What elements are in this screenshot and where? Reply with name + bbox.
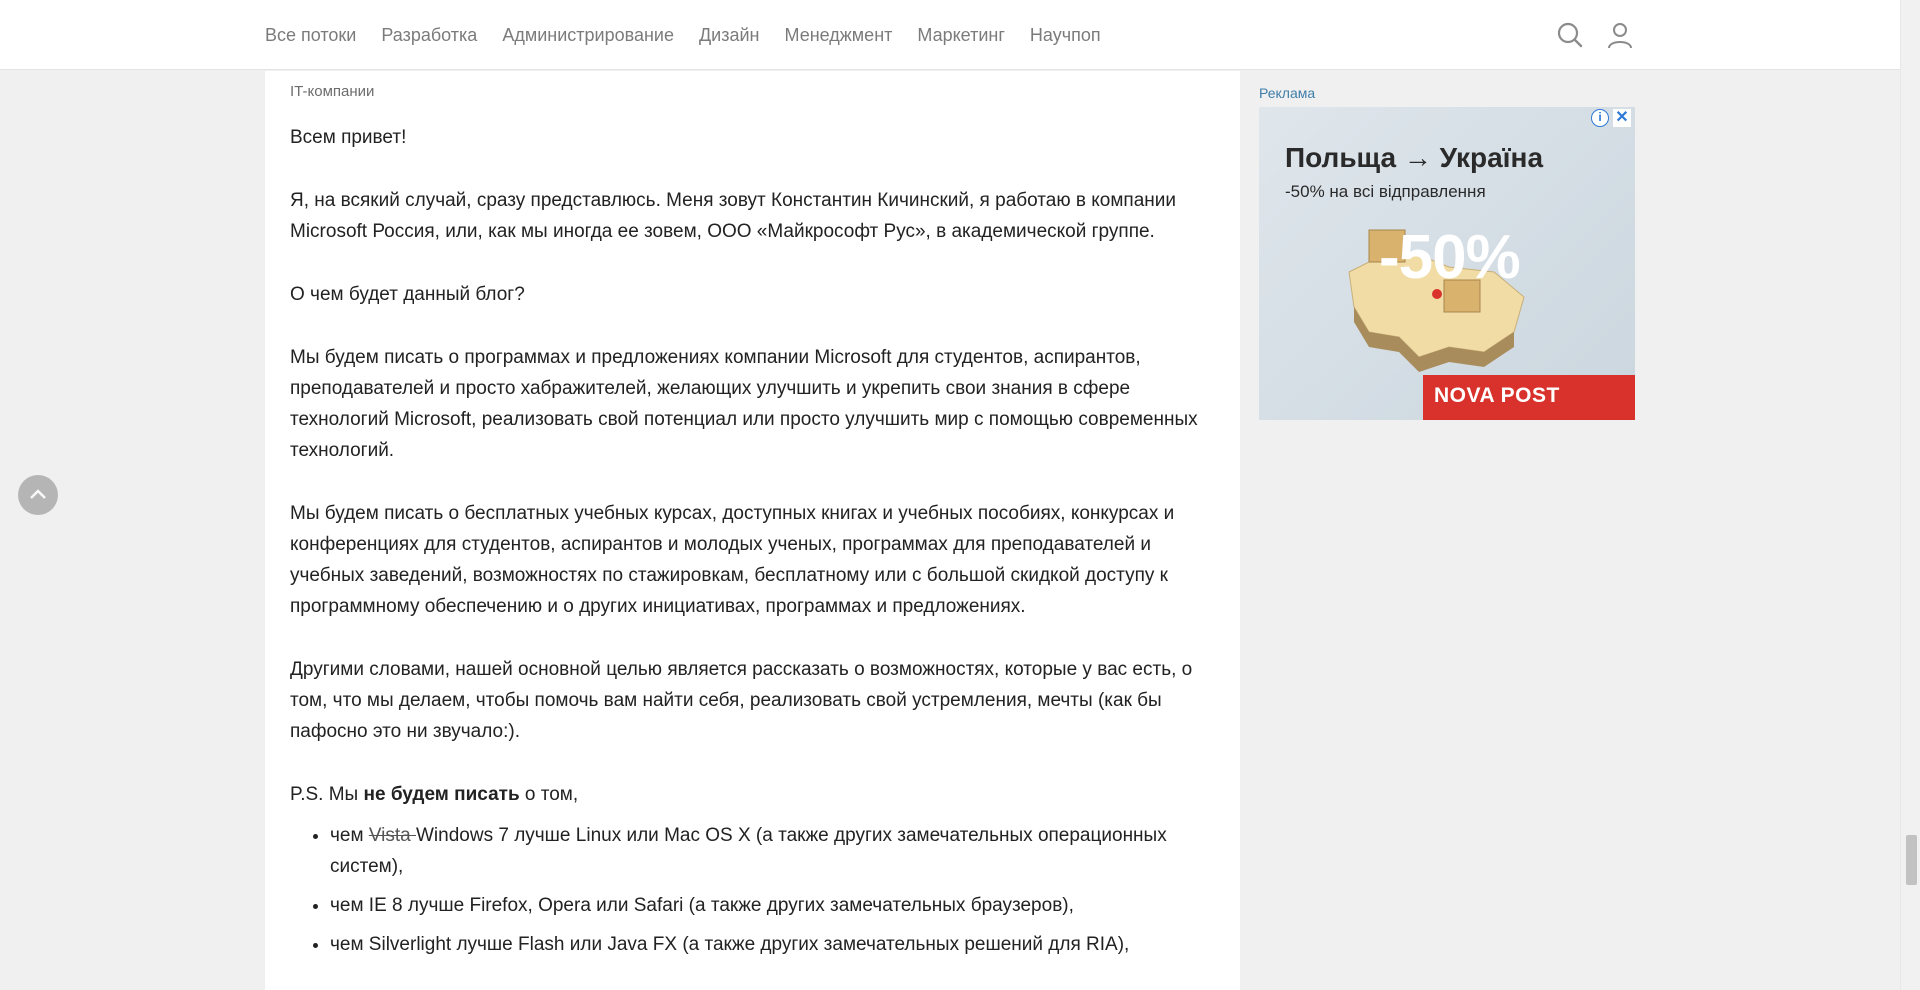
scrollbar-thumb[interactable] <box>1906 835 1917 885</box>
intro-paragraph: Я, на всякий случай, сразу представлюсь.… <box>290 190 1176 242</box>
greeting: Всем привет! <box>290 127 407 148</box>
list-item: чем Silverlight лучше Flash или Java FX … <box>330 929 1220 960</box>
ps-paragraph: P.S. Мы не будем писать о том, <box>290 779 1220 810</box>
chevron-up-icon <box>30 489 46 499</box>
info-icon[interactable]: i <box>1591 109 1609 127</box>
ad-subtitle: -50% на всі відправлення <box>1285 182 1486 201</box>
article-content: Всем привет! Я, на всякий случай, сразу … <box>290 122 1220 968</box>
not-writing-list: чем Vista Windows 7 лучше Linux или Mac … <box>330 820 1220 960</box>
article-hub-label[interactable]: IT-компании <box>290 83 374 100</box>
top-navigation: Все потоки Разработка Администрирование … <box>0 0 1900 70</box>
ad-title: Польща → Україна <box>1285 142 1544 173</box>
paragraph-programs: Мы будем писать о программах и предложен… <box>290 347 1198 461</box>
list-item: чем IE 8 лучше Firefox, Opera или Safari… <box>330 890 1220 921</box>
search-icon[interactable] <box>1555 20 1585 50</box>
paragraph-courses: Мы будем писать о бесплатных учебных кур… <box>290 503 1175 617</box>
ad-discount: -50% <box>1379 223 1521 292</box>
nav-item-administration[interactable]: Администрирование <box>502 25 674 46</box>
question-paragraph: О чем будет данный блог? <box>290 284 525 305</box>
paragraph-goal: Другими словами, нашей основной целью яв… <box>290 659 1193 742</box>
nav-item-all[interactable]: Все потоки <box>265 25 356 46</box>
ps-prefix: P.S. Мы <box>290 784 364 805</box>
ps-suffix: о том, <box>519 784 579 805</box>
list-item: чем Vista Windows 7 лучше Linux или Mac … <box>330 820 1220 882</box>
strikethrough-text: Vista <box>368 825 416 846</box>
ps-bold: не будем писать <box>363 784 520 805</box>
nav-links: Все потоки Разработка Администрирование … <box>265 0 1126 70</box>
list-item-prefix: чем <box>330 825 369 846</box>
nav-item-development[interactable]: Разработка <box>381 25 477 46</box>
close-icon[interactable]: ✕ <box>1613 109 1631 127</box>
ad-label: Реклама <box>1259 85 1316 101</box>
list-item-rest: Windows 7 лучше Linux или Mac OS X (а та… <box>330 825 1167 877</box>
user-icon[interactable] <box>1605 20 1635 50</box>
article-body: IT-компании Всем привет! Я, на всякий сл… <box>265 71 1240 990</box>
nav-item-management[interactable]: Менеджмент <box>785 25 893 46</box>
page-scrollbar[interactable] <box>1900 0 1920 990</box>
ad-brand-logo: NOVA POST <box>1423 375 1635 420</box>
nav-item-marketing[interactable]: Маркетинг <box>917 25 1005 46</box>
nav-item-popsci[interactable]: Научпоп <box>1030 25 1101 46</box>
ad-banner[interactable]: Польща → Україна -50% на всі відправленн… <box>1259 107 1635 420</box>
nav-item-design[interactable]: Дизайн <box>699 25 760 46</box>
scroll-to-top-button[interactable] <box>18 475 58 515</box>
